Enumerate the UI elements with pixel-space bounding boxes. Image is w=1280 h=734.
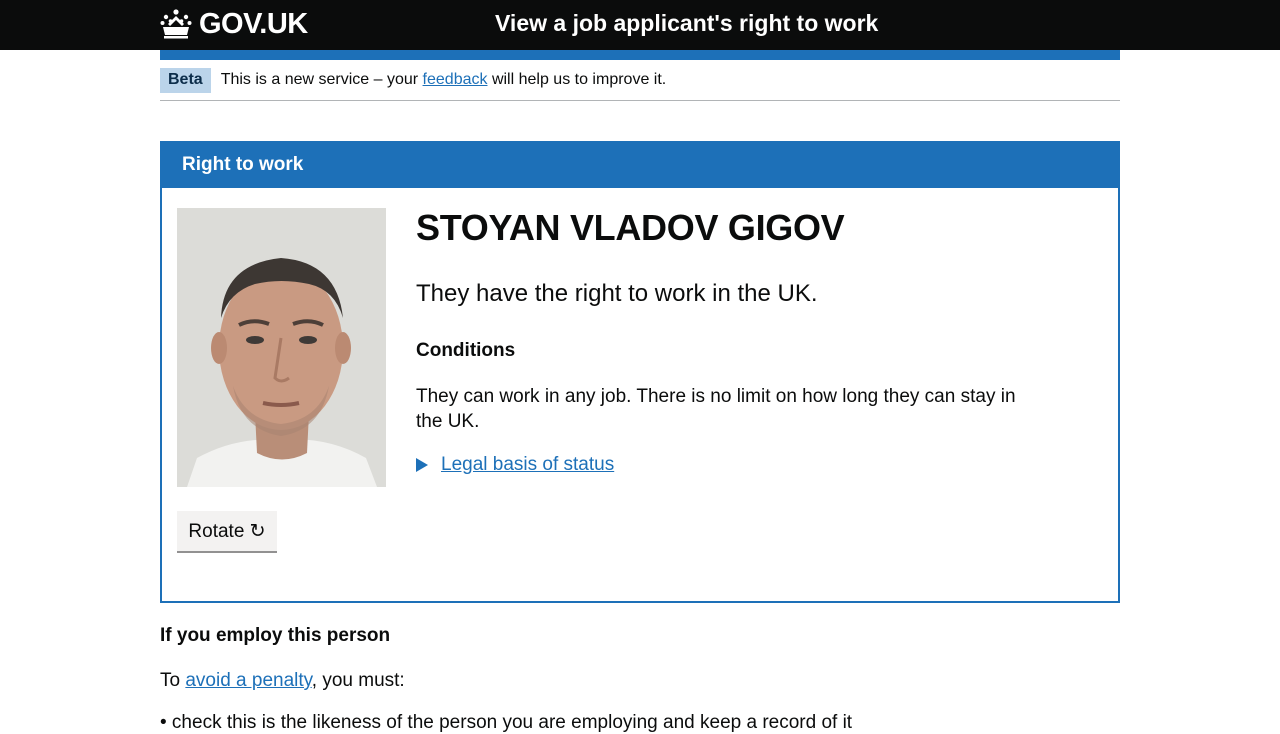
- phase-banner: Beta This is a new service – your feedba…: [160, 68, 1120, 101]
- phase-tag: Beta: [160, 68, 211, 93]
- conditions-heading: Conditions: [416, 340, 516, 361]
- applicant-photo: [177, 208, 386, 487]
- person-name: STOYAN VLADOV GIGOV: [416, 207, 845, 248]
- govuk-logo-link[interactable]: GOV.UK: [160, 6, 308, 42]
- penalty-paragraph: To avoid a penalty, you must:: [160, 670, 405, 692]
- logo-text: GOV.UK: [199, 7, 308, 40]
- phase-banner-text: This is a new service – your feedback wi…: [221, 68, 667, 92]
- list-item: • check this is the likeness of the pers…: [160, 712, 853, 733]
- legal-basis-link[interactable]: Legal basis of status: [441, 454, 614, 476]
- feedback-link[interactable]: feedback: [423, 71, 488, 88]
- header-container: GOV.UK View a job applicant's right to w…: [160, 0, 1120, 50]
- penalty-text-before: To: [160, 670, 181, 691]
- rotate-button[interactable]: Rotate ↻: [177, 511, 277, 551]
- panel-heading: Right to work: [162, 143, 1118, 188]
- phase-text-after: will help us to improve it.: [491, 71, 667, 88]
- right-to-work-status: They have the right to work in the UK.: [416, 280, 818, 307]
- legal-basis-details-toggle[interactable]: Legal basis of status: [416, 454, 614, 476]
- crown-icon: [160, 9, 192, 39]
- avoid-penalty-link[interactable]: avoid a penalty: [185, 670, 311, 691]
- service-name-link[interactable]: View a job applicant's right to work: [495, 10, 878, 37]
- person-portrait-image: [177, 208, 386, 487]
- penalty-text-after: , you must:: [311, 670, 405, 691]
- govuk-header: GOV.UK View a job applicant's right to w…: [0, 0, 1280, 50]
- phase-text-before: This is a new service – your: [220, 71, 419, 88]
- triangle-right-icon: [416, 458, 428, 472]
- header-blue-bar: [160, 50, 1120, 60]
- employ-heading: If you employ this person: [160, 625, 391, 646]
- conditions-text: They can work in any job. There is no li…: [416, 386, 1016, 432]
- right-to-work-panel: Right to work Rotate ↻ STOYAN VLADOV GIG…: [160, 141, 1120, 603]
